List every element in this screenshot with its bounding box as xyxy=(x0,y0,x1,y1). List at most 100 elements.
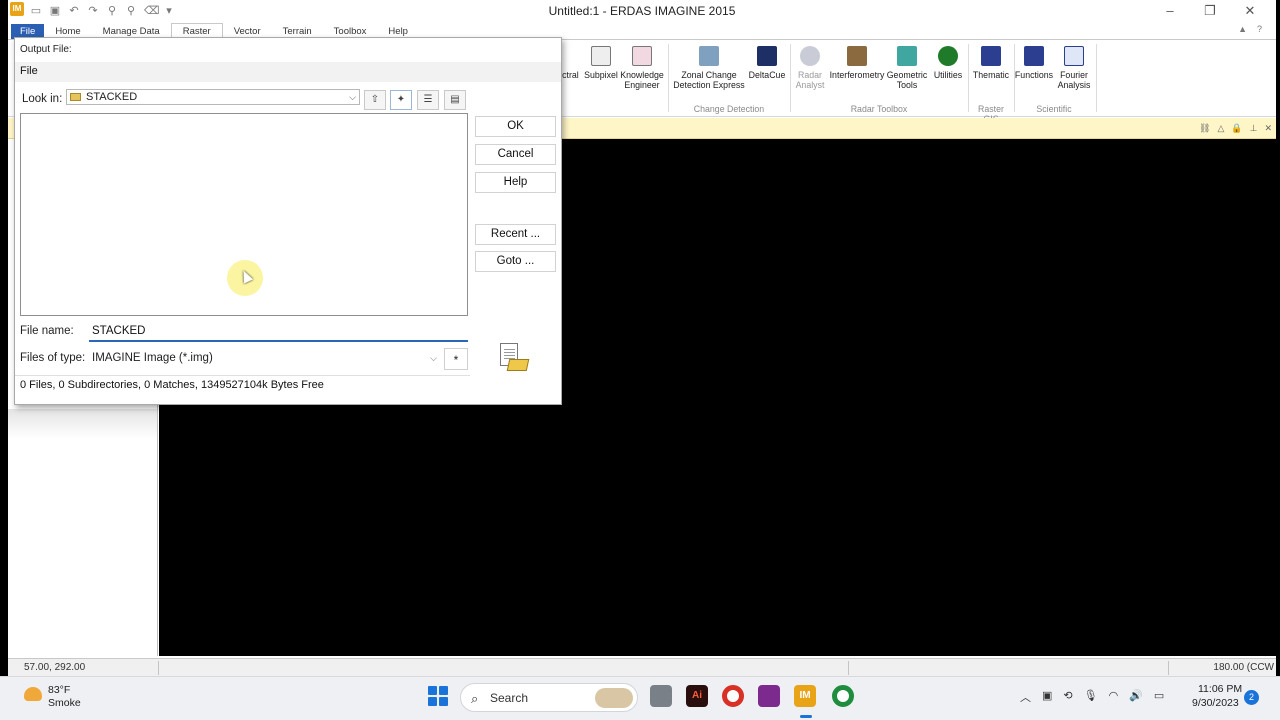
new-folder-button[interactable]: ✦ xyxy=(390,90,412,110)
weather-temperature[interactable]: 83°F xyxy=(48,684,70,696)
ribbon-separator xyxy=(968,44,969,112)
taskbar-search[interactable]: ⌕ Search xyxy=(460,683,638,712)
lock-icon[interactable]: 🔒 xyxy=(1231,123,1242,134)
show-hidden-icons-icon[interactable]: ︿ xyxy=(1020,689,1031,705)
file-type-value: IMAGINE Image (*.img) xyxy=(92,352,213,364)
windows-logo-icon xyxy=(428,686,437,695)
fourier-icon xyxy=(1064,46,1084,66)
filter-button[interactable]: * xyxy=(444,348,468,370)
chrome-icon[interactable] xyxy=(722,685,744,707)
ribbon-button-radar-analyst[interactable]: Radar Analyst xyxy=(792,46,828,90)
warning-icon[interactable]: △ xyxy=(1217,123,1224,134)
teams-tray-icon[interactable]: ▣ xyxy=(1042,689,1052,705)
details-view-button[interactable]: ▤ xyxy=(444,90,466,110)
cancel-button[interactable]: Cancel xyxy=(475,144,556,165)
recent-button[interactable]: Recent ... xyxy=(475,224,556,245)
utilities-icon xyxy=(938,46,958,66)
deltacue-icon xyxy=(757,46,777,66)
link-icon[interactable]: ⛓ xyxy=(1199,123,1210,134)
dialog-title: Output File: xyxy=(20,44,72,55)
ribbon-button-deltacue[interactable]: DeltaCue xyxy=(746,46,788,80)
ribbon-button-functions[interactable]: Functions xyxy=(1014,46,1054,80)
status-divider xyxy=(15,375,470,376)
look-in-value: STACKED xyxy=(86,91,138,103)
dialog-menubar: File xyxy=(15,62,561,82)
ribbon-button-thematic[interactable]: Thematic xyxy=(970,46,1012,80)
dialog-status-text: 0 Files, 0 Subdirectories, 0 Matches, 13… xyxy=(20,379,324,391)
volume-icon[interactable]: 🔊 xyxy=(1129,689,1143,705)
help-button[interactable]: Help xyxy=(475,172,556,193)
look-in-select[interactable]: STACKED ⌵ xyxy=(66,89,360,105)
ribbon-separator xyxy=(668,44,669,112)
help-icon[interactable]: ? xyxy=(1257,24,1262,34)
file-name-input[interactable] xyxy=(89,321,468,342)
search-highlight-icon xyxy=(595,688,633,708)
sync-icon[interactable]: ⟲ xyxy=(1063,689,1072,705)
wifi-icon[interactable]: ◠ xyxy=(1109,689,1119,705)
list-view-button[interactable]: ☰ xyxy=(417,90,439,110)
up-folder-button[interactable]: ⇧ xyxy=(364,90,386,110)
clock-time[interactable]: 11:06 PM xyxy=(1198,683,1242,695)
ribbon-button-subpixel[interactable]: Subpixel xyxy=(582,46,620,80)
thematic-icon xyxy=(981,46,1001,66)
look-in-label: Look in: xyxy=(22,93,63,105)
task-view-icon[interactable] xyxy=(650,685,672,707)
windows-taskbar: 83°F Smoke ⌕ Search Ai IM ︿ ▣ ⟲ 🎙 ◠ 🔊 ▭ … xyxy=(0,676,1280,720)
weather-description[interactable]: Smoke xyxy=(48,697,81,709)
collapse-ribbon-icon[interactable]: ▲ xyxy=(1238,24,1247,34)
minimize-icon[interactable]: – xyxy=(1150,1,1190,21)
teams-icon[interactable] xyxy=(758,685,780,707)
output-file-dialog: Output File: File Look in: STACKED ⌵ ⇧ ✦… xyxy=(14,37,562,405)
chevron-down-icon: ⌵ xyxy=(430,353,437,363)
knowledge-engineer-icon xyxy=(632,46,652,66)
title-bar: IM ▭ ▣ ↶ ↷ ⚲ ⚲ ⌫ ▾ Untitled:1 - ERDAS IM… xyxy=(8,0,1276,22)
ribbon-button-fourier[interactable]: Fourier Analysis xyxy=(1054,46,1094,90)
folder-icon xyxy=(506,359,530,371)
ribbon-right-controls: ▲ ? xyxy=(1238,24,1262,34)
ribbon-button-knowledge-engineer[interactable]: Knowledge Engineer xyxy=(618,46,666,90)
close-icon[interactable]: ✕ xyxy=(1264,123,1272,134)
ok-button[interactable]: OK xyxy=(475,116,556,137)
status-rotation: 180.00 (CCW xyxy=(1213,662,1274,673)
system-tray: ︿ ▣ ⟲ 🎙 ◠ 🔊 ▭ xyxy=(1020,689,1164,705)
list-view-icon: ☰ xyxy=(423,94,433,105)
ribbon-button-interferometry[interactable]: Interferometry xyxy=(828,46,886,80)
microphone-icon[interactable]: 🎙 xyxy=(1084,689,1098,705)
close-icon[interactable]: ✕ xyxy=(1230,1,1270,21)
erdas-taskbar-icon[interactable]: IM xyxy=(794,685,816,707)
file-type-label: Files of type: xyxy=(20,352,86,364)
clock-date[interactable]: 9/30/2023 xyxy=(1192,697,1239,709)
ribbon-button-zonal-change[interactable]: Zonal Change Detection Express xyxy=(670,46,748,90)
file-type-select[interactable]: IMAGINE Image (*.img) ⌵ xyxy=(89,348,441,368)
notification-badge[interactable]: 2 xyxy=(1244,690,1259,705)
ribbon-button-geometric-tools[interactable]: Geometric Tools xyxy=(884,46,930,90)
status-separator xyxy=(1168,661,1169,675)
search-icon: ⌕ xyxy=(471,691,479,706)
window-title: Untitled:1 - ERDAS IMAGINE 2015 xyxy=(548,4,736,18)
ribbon-separator xyxy=(790,44,791,112)
interferometry-icon xyxy=(847,46,867,66)
subpixel-icon xyxy=(591,46,611,66)
start-button[interactable] xyxy=(428,686,448,706)
weather-icon[interactable] xyxy=(24,687,42,701)
search-label: Search xyxy=(490,691,529,705)
battery-icon[interactable]: ▭ xyxy=(1154,689,1164,705)
goto-button[interactable]: Goto ... xyxy=(475,251,556,272)
status-coordinates: 57.00, 292.00 xyxy=(24,662,86,673)
geometric-tools-icon xyxy=(897,46,917,66)
zonal-change-icon xyxy=(699,46,719,66)
functions-icon xyxy=(1024,46,1044,66)
file-open-icon xyxy=(500,343,530,373)
window-controls: – ❐ ✕ xyxy=(1150,1,1270,21)
group-label-change-detection: Change Detection xyxy=(693,104,765,114)
chevron-down-icon: ⌵ xyxy=(349,92,356,102)
chrome-profile-icon[interactable] xyxy=(832,685,854,707)
menu-file[interactable]: File xyxy=(20,65,38,77)
viewer-tab-controls: ⛓ △ 🔒 ⊥ ✕ xyxy=(1199,123,1272,134)
group-label-scientific: Scientific xyxy=(1036,104,1072,114)
ribbon-button-utilities[interactable]: Utilities xyxy=(930,46,966,80)
restore-icon[interactable]: ❐ xyxy=(1190,1,1230,21)
ribbon-separator xyxy=(1096,44,1097,112)
illustrator-icon[interactable]: Ai xyxy=(686,685,708,707)
pin-icon[interactable]: ⊥ xyxy=(1250,123,1258,134)
